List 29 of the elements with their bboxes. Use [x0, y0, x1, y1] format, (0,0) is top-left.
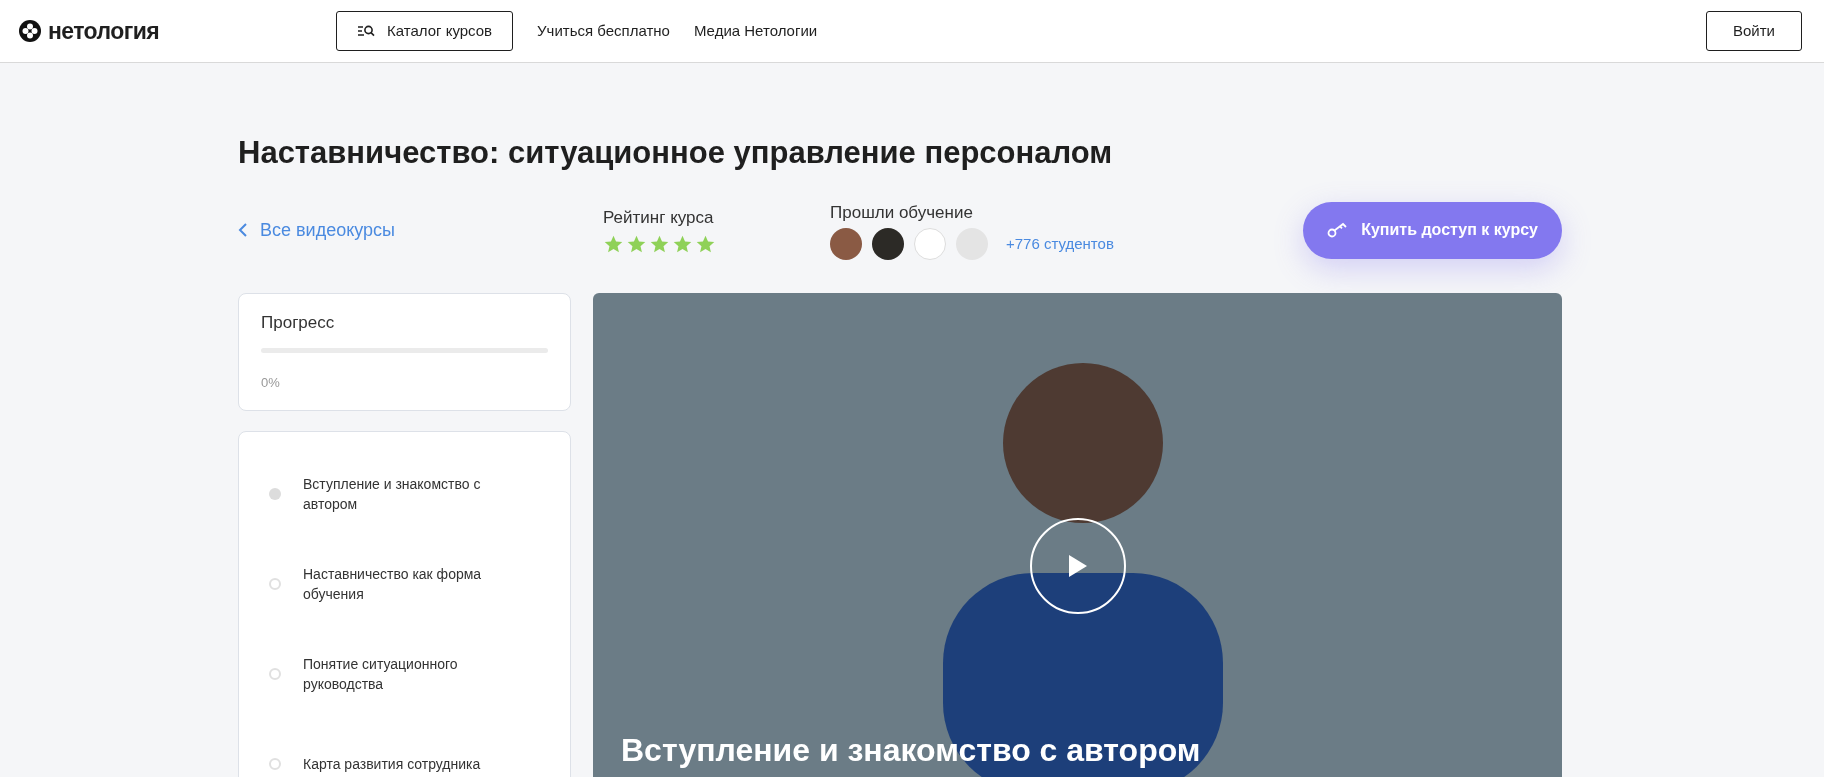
rating-label: Рейтинг курса — [603, 206, 715, 229]
video-caption: Вступление и знакомство с автором — [621, 731, 1201, 770]
progress-percent: 0% — [261, 373, 281, 392]
video-player[interactable]: Вступление и знакомство с автором — [593, 293, 1562, 777]
lesson-item[interactable]: Понятие ситуационного руководства — [269, 650, 540, 698]
lesson-item[interactable]: Вступление и знакомство с автором — [269, 470, 540, 518]
progress-title: Прогресс — [261, 312, 336, 334]
avatar — [830, 228, 862, 261]
lesson-title: Понятие ситуационного руководства — [303, 655, 459, 694]
avatar — [914, 228, 946, 261]
catalog-button[interactable]: Каталог курсов — [336, 11, 514, 51]
lesson-item[interactable]: Наставничество как форма обучения — [269, 560, 540, 608]
avatar — [872, 228, 904, 261]
buy-access-button[interactable]: Купить доступ к курсу — [1303, 201, 1562, 259]
lesson-title: Вступление и знакомство с автором — [303, 475, 482, 514]
chevron-left-icon — [238, 222, 248, 238]
search-icon — [357, 24, 375, 38]
lesson-item[interactable]: Карта развития сотрудника — [269, 740, 540, 777]
lesson-title: Наставничество как форма обучения — [303, 565, 483, 604]
course-title: Наставничество: ситуационное управление персоналом — [238, 135, 1114, 171]
lesson-title: Карта развития сотрудника — [303, 755, 482, 774]
login-button[interactable]: Войти — [1706, 11, 1802, 51]
play-button[interactable] — [1030, 518, 1126, 614]
logo-text[interactable]: нетология — [48, 13, 160, 49]
students-label: Прошли обучение — [830, 201, 974, 224]
nav-link[interactable]: Учиться бесплатно — [537, 19, 670, 43]
nav-link[interactable]: Медиа Нетологии — [693, 19, 818, 43]
play-icon — [1067, 553, 1089, 579]
logo-icon — [18, 19, 42, 43]
